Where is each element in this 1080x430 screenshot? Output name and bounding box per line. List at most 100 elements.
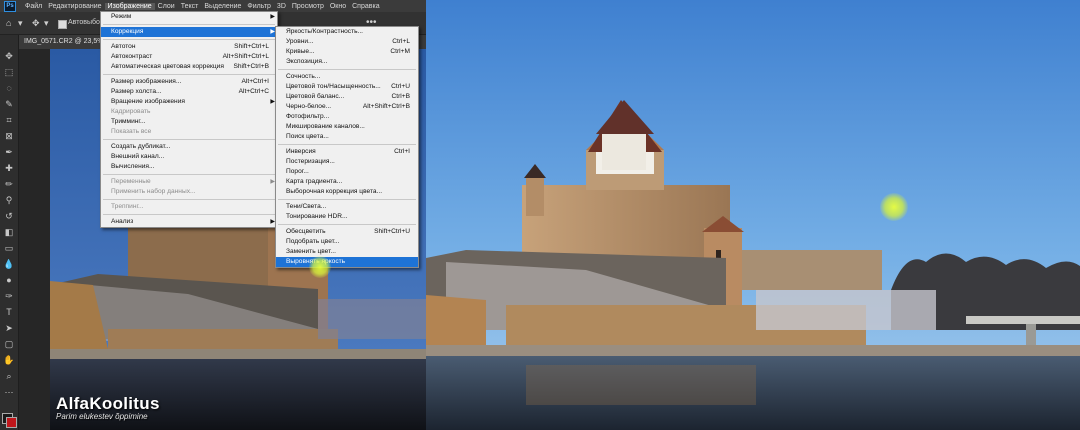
lasso-tool-icon[interactable]: ◌: [3, 83, 15, 94]
menu-separator: [103, 24, 275, 25]
menu-item[interactable]: Размер холста... Alt+Ctrl+C: [101, 87, 277, 97]
menu-item[interactable]: Микширование каналов...: [276, 122, 418, 132]
menu-item[interactable]: Тримминг...: [101, 117, 277, 127]
menu-item[interactable]: Переменные ▶: [101, 177, 277, 187]
path-selection-tool-icon[interactable]: ➤: [3, 323, 15, 334]
background-color-swatch[interactable]: [6, 417, 17, 428]
menu-item-label: Треппинг...: [111, 203, 144, 210]
blur-tool-icon[interactable]: 💧: [3, 259, 15, 270]
menu-item[interactable]: Анализ ▶: [101, 217, 277, 227]
menu-item[interactable]: Карта градиента...: [276, 177, 418, 187]
menu-item[interactable]: Сочность...: [276, 72, 418, 82]
brush-tool-icon[interactable]: ✏: [3, 179, 15, 190]
menu-item[interactable]: 3D: [274, 3, 289, 10]
menu-item[interactable]: Уровни... Ctrl+L: [276, 37, 418, 47]
chevron-down-icon[interactable]: ▾: [18, 18, 23, 29]
menu-item-shortcut: Ctrl+L: [392, 38, 410, 45]
menu-item[interactable]: Автоматическая цветовая коррекция Shift+C…: [101, 62, 277, 72]
menu-item[interactable]: Изображение: [104, 2, 155, 10]
menu-item[interactable]: Показать все: [101, 127, 277, 137]
menu-item[interactable]: Экспозиция...: [276, 57, 418, 67]
zoom-tool-icon[interactable]: ⌕: [3, 371, 15, 382]
menu-item[interactable]: Применить набор данных...: [101, 187, 277, 197]
hand-tool-icon[interactable]: ✋: [3, 355, 15, 366]
menu-item[interactable]: Выделение: [201, 3, 244, 10]
move-tool-icon[interactable]: ✥: [3, 51, 15, 62]
menu-item[interactable]: Подобрать цвет...: [276, 237, 418, 247]
healing-brush-tool-icon[interactable]: ✚: [3, 163, 15, 174]
menu-item-label: Размер изображения...: [111, 78, 182, 85]
menu-item[interactable]: Цветовой баланс... Ctrl+B: [276, 92, 418, 102]
menu-separator: [278, 224, 416, 225]
menu-item-label: Вычисления...: [111, 163, 155, 170]
menu-separator: [103, 74, 275, 75]
eyedropper-tool-icon[interactable]: ✒: [3, 147, 15, 158]
menu-item[interactable]: Цветовой тон/Насыщенность... Ctrl+U: [276, 82, 418, 92]
menu-item[interactable]: Фотофильтр...: [276, 112, 418, 122]
menu-item[interactable]: Создать дубликат...: [101, 142, 277, 152]
menu-item[interactable]: Просмотр: [289, 3, 327, 10]
menu-item-label: Цветовой баланс...: [286, 93, 345, 100]
menu-item[interactable]: Кадрировать: [101, 107, 277, 117]
menu-item[interactable]: Внешний канал...: [101, 152, 277, 162]
menu-item-shortcut: Shift+Ctrl+B: [233, 63, 269, 70]
menu-item[interactable]: Треппинг...: [101, 202, 277, 212]
menu-item[interactable]: Размер изображения... Alt+Ctrl+I: [101, 77, 277, 87]
menu-item[interactable]: Черно-белое... Alt+Shift+Ctrl+B: [276, 102, 418, 112]
menu-item[interactable]: Текст: [178, 3, 202, 10]
more-tools-icon[interactable]: ⋯: [3, 387, 15, 398]
auto-select-checkbox[interactable]: [58, 20, 67, 29]
menu-item[interactable]: Справка: [349, 3, 382, 10]
marquee-tool-icon[interactable]: ⬚: [3, 67, 15, 78]
home-icon[interactable]: ⌂: [6, 18, 11, 28]
pen-tool-icon[interactable]: ✑: [3, 291, 15, 302]
menu-item[interactable]: Слои: [155, 3, 178, 10]
menu-item[interactable]: Поиск цвета...: [276, 132, 418, 142]
menu-item[interactable]: Кривые... Ctrl+M: [276, 47, 418, 57]
dodge-tool-icon[interactable]: ●: [3, 275, 15, 286]
crop-tool-icon[interactable]: ⌗: [3, 115, 15, 126]
menu-item[interactable]: Коррекция ▶: [101, 27, 277, 37]
menu-item[interactable]: Яркость/Контрастность...: [276, 27, 418, 37]
move-tool-icon[interactable]: ✥: [32, 18, 40, 29]
menu-item[interactable]: Обесцветить Shift+Ctrl+U: [276, 227, 418, 237]
menu-item[interactable]: Файл: [22, 3, 45, 10]
brand-name: AlfaKoolitus: [56, 394, 160, 413]
clone-stamp-tool-icon[interactable]: ⚲: [3, 195, 15, 206]
gradient-tool-icon[interactable]: ▭: [3, 243, 15, 254]
eraser-tool-icon[interactable]: ◧: [3, 227, 15, 238]
history-brush-tool-icon[interactable]: ↺: [3, 211, 15, 222]
document-tab[interactable]: IMG_0571.CR2 @ 23,5% (: [24, 38, 108, 45]
menu-item[interactable]: Тени/Света...: [276, 202, 418, 212]
menu-item[interactable]: Вычисления...: [101, 162, 277, 172]
menu-item[interactable]: Порог...: [276, 167, 418, 177]
menu-item[interactable]: Редактирование: [45, 3, 104, 10]
menu-item-label: Размер холста...: [111, 88, 162, 95]
menu-item[interactable]: Постеризация...: [276, 157, 418, 167]
menu-item-label: Черно-белое...: [286, 103, 332, 110]
menu-item[interactable]: Автотон Shift+Ctrl+L: [101, 42, 277, 52]
frame-tool-icon[interactable]: ⊠: [3, 131, 15, 142]
menu-item-label: Создать дубликат...: [111, 143, 171, 150]
brand-watermark: AlfaKoolitus Parim elukestev õppimine: [56, 394, 160, 421]
menu-item-label: Режим: [111, 13, 132, 20]
menu-item[interactable]: Автоконтраст Alt+Shift+Ctrl+L: [101, 52, 277, 62]
menu-item[interactable]: Вращение изображения ▶: [101, 97, 277, 107]
menu-item[interactable]: Режим ▶: [101, 12, 277, 22]
tools-panel: ✥ ⬚ ◌ ✎ ⌗ ⊠ ✒ ✚ ✏ ⚲ ↺ ◧ ▭ 💧 ● ✑ T ➤ ▢ ✋ …: [0, 35, 19, 430]
type-tool-icon[interactable]: T: [3, 307, 15, 318]
menu-item[interactable]: Инверсия Ctrl+I: [276, 147, 418, 157]
menu-item[interactable]: Заменить цвет...: [276, 247, 418, 257]
rectangle-tool-icon[interactable]: ▢: [3, 339, 15, 350]
quick-select-tool-icon[interactable]: ✎: [3, 99, 15, 110]
menu-separator: [278, 144, 416, 145]
menu-item[interactable]: Тонирование HDR...: [276, 212, 418, 222]
menu-item-label: Фотофильтр...: [286, 113, 330, 120]
menu-separator: [103, 174, 275, 175]
menu-item[interactable]: Выборочная коррекция цвета...: [276, 187, 418, 197]
chevron-down-icon[interactable]: ▾: [44, 18, 49, 29]
menu-item-shortcut: Ctrl+B: [391, 93, 410, 100]
menu-item[interactable]: Выровнять яркость: [276, 257, 418, 267]
menu-item[interactable]: Фильтр: [244, 3, 274, 10]
menu-item[interactable]: Окно: [327, 3, 349, 10]
